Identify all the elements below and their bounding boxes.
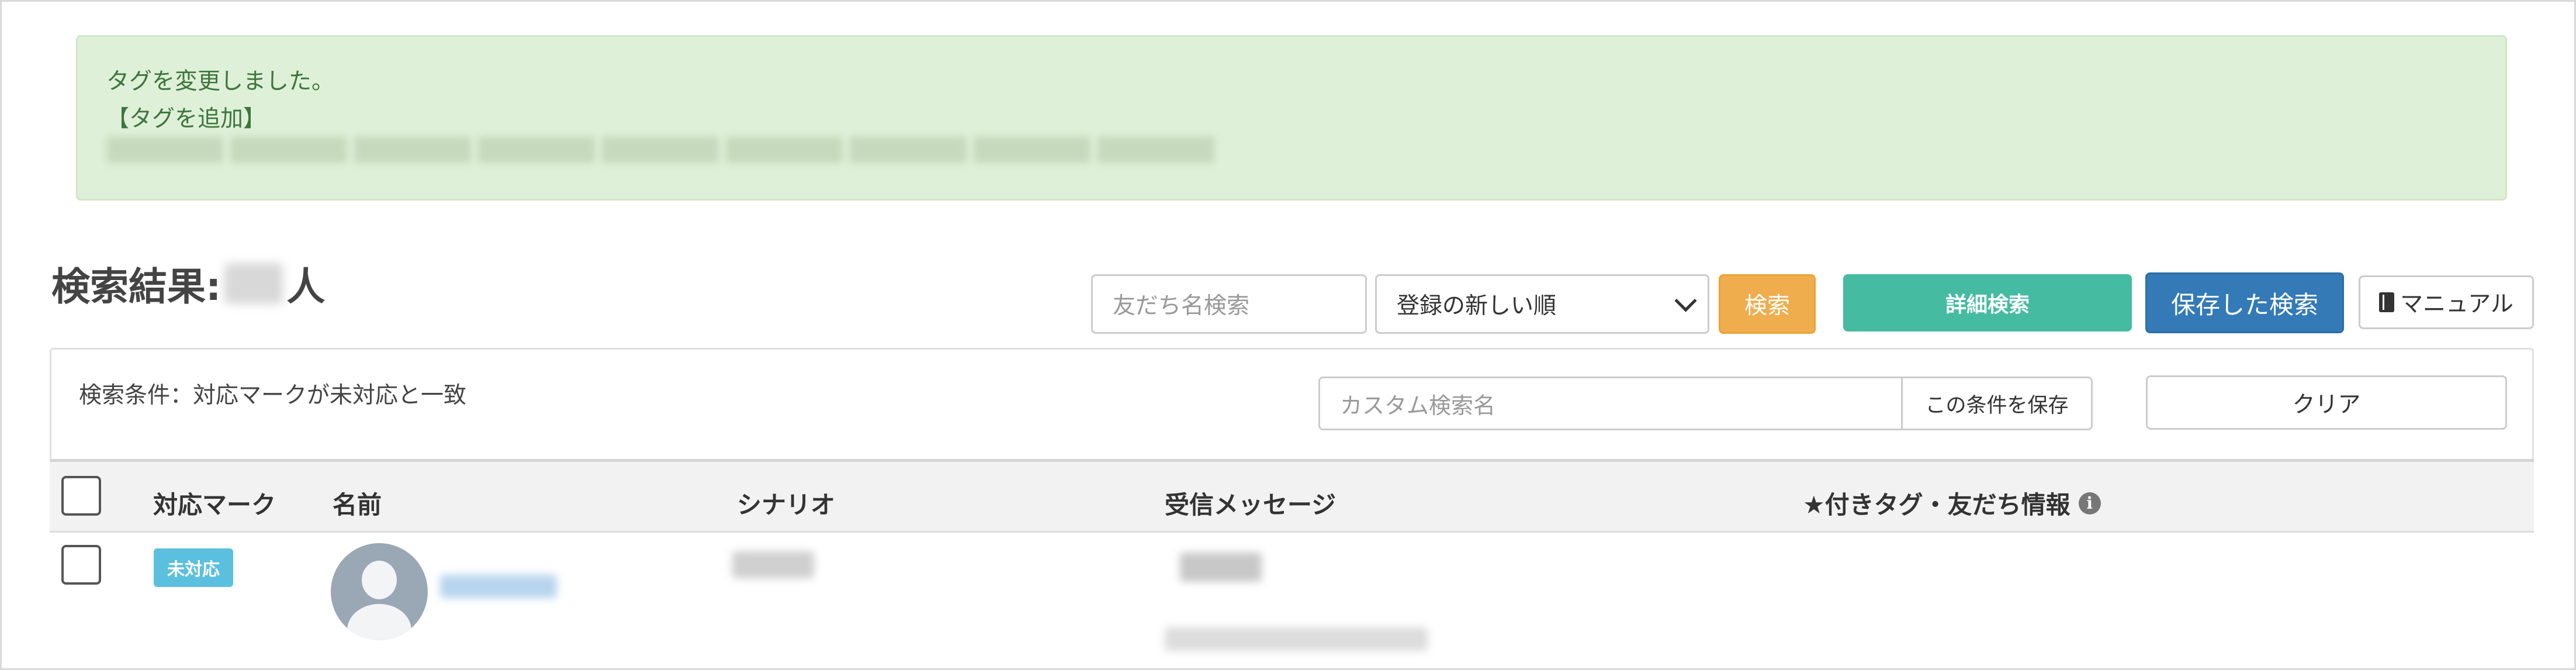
result-count-title: 検索結果: 人 (51, 255, 325, 312)
manual-button[interactable]: マニュアル (2359, 275, 2534, 329)
search-button[interactable]: 検索 (1719, 274, 1816, 334)
received-message-time-redacted (1165, 627, 1428, 651)
starred-tags-label: ★付きタグ・友だち情報 (1803, 491, 2071, 519)
custom-search-name-input[interactable]: カスタム検索名 (1318, 377, 1903, 430)
column-starred-tags: ★付きタグ・友だち情報 i (1803, 485, 2101, 521)
manual-label: マニュアル (2400, 291, 2513, 317)
sort-order-select[interactable]: 登録の新しい順 (1375, 274, 1709, 334)
result-count-redacted (224, 263, 283, 304)
friend-name-link-redacted[interactable] (440, 575, 557, 598)
sort-selected-value: 登録の新しい順 (1397, 293, 1557, 319)
scenario-value-redacted (732, 551, 814, 578)
page-frame: タグを変更しました。 【タグを追加】 検索結果: 人 友だち名検索 登録の新しい… (0, 0, 2576, 670)
column-scenario: シナリオ (737, 491, 836, 519)
alert-added-tags-heading: 【タグを追加】 (106, 106, 266, 132)
column-name: 名前 (333, 491, 382, 519)
column-received-message: 受信メッセージ (1165, 491, 1337, 519)
received-message-redacted (1180, 552, 1262, 582)
custom-name-placeholder: カスタム検索名 (1340, 392, 1496, 419)
info-icon[interactable]: i (2078, 492, 2101, 514)
detail-search-button[interactable]: 詳細検索 (1843, 274, 2132, 331)
result-title-prefix: 検索結果: (51, 264, 221, 309)
table-header: 対応マーク 名前 シナリオ 受信メッセージ ★付きタグ・友だち情報 i (50, 459, 2534, 533)
alert-message: タグを変更しました。 (106, 68, 335, 95)
column-status-mark: 対応マーク (153, 491, 276, 519)
result-title-suffix: 人 (286, 264, 326, 309)
select-all-checkbox[interactable] (61, 476, 101, 516)
save-condition-button[interactable]: この条件を保存 (1901, 377, 2093, 430)
status-badge: 未対応 (154, 548, 233, 587)
success-alert: タグを変更しました。 【タグを追加】 (76, 35, 2507, 201)
row-checkbox[interactable] (61, 545, 101, 585)
saved-search-button[interactable]: 保存した検索 (2145, 272, 2344, 333)
book-icon (2379, 292, 2395, 312)
search-conditions-text: 検索条件：対応マークが未対応と一致 (79, 382, 467, 409)
search-input-placeholder: 友だち名検索 (1113, 293, 1250, 319)
clear-button[interactable]: クリア (2146, 375, 2507, 430)
alert-tag-list-redacted (106, 136, 1214, 165)
friend-name-search-input[interactable]: 友だち名検索 (1091, 274, 1367, 334)
chevron-down-icon (1674, 289, 1697, 312)
avatar-placeholder-icon (331, 543, 428, 640)
